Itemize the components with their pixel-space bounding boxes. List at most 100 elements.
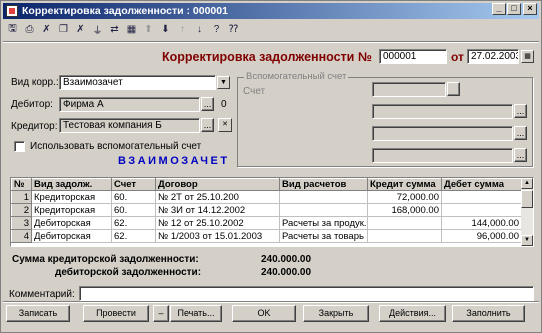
cell-dogovor[interactable]: № 12 от 25.10.2002 [155, 216, 280, 230]
window-title: Корректировка задолженности : 000001 [22, 5, 228, 17]
cell-vid[interactable]: Кредиторская [31, 190, 112, 204]
kredit-sum-value: 240.000.00 [261, 254, 312, 265]
question-icon[interactable]: ⁇ [226, 22, 241, 37]
cell-vid[interactable]: Дебиторская [31, 216, 112, 230]
cell-vid[interactable]: Дебиторская [31, 229, 112, 243]
col-header-debet[interactable]: Дебет сумма [441, 178, 522, 191]
post-button[interactable]: Провести [83, 305, 149, 322]
ok-button[interactable]: OK [232, 305, 296, 322]
document-date-field[interactable]: 27.02.2003 [467, 49, 519, 64]
col-header-schet[interactable]: Счет [111, 178, 156, 191]
maximize-button[interactable]: □ [507, 3, 521, 15]
cell-dogovor[interactable]: № 2Т от 25.10.200 [155, 190, 280, 204]
close-form-button[interactable]: Закрыть [303, 305, 369, 322]
cell-debet[interactable] [441, 190, 522, 204]
sort-desc-icon[interactable]: ↓ [192, 22, 207, 37]
cell-schet[interactable]: 62. [111, 216, 156, 230]
aux-subconto1-button: ... [514, 104, 527, 118]
cell-schet[interactable]: 62. [111, 229, 156, 243]
debitor-field[interactable]: Фирма А [59, 97, 200, 112]
calendar-icon[interactable]: ▦ [521, 50, 534, 63]
comment-field[interactable] [79, 286, 534, 301]
table-scrollbar[interactable]: ▲ ▼ [521, 178, 533, 246]
scroll-up-icon[interactable]: ▲ [521, 178, 533, 189]
app-icon [6, 5, 18, 17]
clear-icon[interactable]: ✕ [218, 118, 232, 132]
chevron-down-icon[interactable]: ▼ [217, 76, 230, 89]
scroll-down-icon[interactable]: ▼ [521, 235, 533, 246]
table-row[interactable]: 3 Дебиторская 62. № 12 от 25.10.2002 Рас… [11, 216, 522, 230]
arrow-up-icon[interactable]: ⬆ [141, 22, 156, 37]
row-number: 3 [11, 216, 32, 230]
cell-kredit[interactable]: 168,000.00 [367, 203, 442, 217]
row-number: 1 [11, 190, 32, 204]
actions-button[interactable]: Действия... [379, 305, 446, 322]
cell-schet[interactable]: 60. [111, 190, 156, 204]
sort-asc-icon[interactable]: ↑ [175, 22, 190, 37]
table-row[interactable]: 4 Дебиторская 62. № 1/2003 от 15.01.2003… [11, 229, 522, 243]
filter-icon[interactable]: ⏚ [90, 22, 105, 37]
print-icon[interactable]: ⎙ [22, 22, 37, 37]
aux-subconto2-field [372, 126, 513, 141]
cell-dogovor[interactable]: № 3И от 14.12.2002 [155, 203, 280, 217]
minimize-button[interactable]: _ [492, 3, 506, 15]
buttons-divider [3, 301, 539, 303]
save-button[interactable]: Записать [6, 305, 70, 322]
table-row[interactable]: 2 Кредиторская 60. № 3И от 14.12.2002 16… [11, 203, 522, 217]
col-header-num[interactable]: № [11, 178, 32, 191]
creditor-select-button[interactable]: ... [201, 118, 214, 132]
debt-table: № Вид задолж. Счет Договор Вид расчетов … [11, 178, 522, 243]
fill-button[interactable]: Заполнить [452, 305, 525, 322]
cell-vid-rasch[interactable] [279, 190, 368, 204]
copy-icon[interactable]: ❐ [56, 22, 71, 37]
toolbar: 🖫 ⎙ ✗ ❐ ✗ ⏚ ⇄ ▦ ⬆ ⬇ ↑ ↓? ⁇ [5, 22, 241, 40]
toolbar-divider [3, 41, 539, 43]
cell-debet[interactable]: 96,000.00 [441, 229, 522, 243]
cell-kredit[interactable]: 72,000.00 [367, 190, 442, 204]
date-label: от [451, 50, 464, 64]
print-menu-button[interactable]: – [153, 305, 169, 322]
close-button[interactable]: × [523, 3, 537, 15]
col-header-vid[interactable]: Вид задолж. [31, 178, 112, 191]
cell-kredit[interactable] [367, 216, 442, 230]
help-icon[interactable]: ? [209, 22, 224, 37]
cell-debet[interactable]: 144,000.00 [441, 216, 522, 230]
col-header-kredit[interactable]: Кредит сумма [367, 178, 442, 191]
delete-icon[interactable]: ✗ [39, 22, 54, 37]
cell-vid-rasch[interactable]: Расчеты за товарь [279, 229, 368, 243]
document-number-field[interactable]: 000001 [379, 49, 447, 64]
mode-text: ВЗАИМОЗАЧЕТ [118, 155, 230, 167]
comment-label: Комментарий: [9, 289, 75, 300]
title-bar[interactable]: Корректировка задолженности : 000001 [3, 3, 539, 19]
cell-kredit[interactable] [367, 229, 442, 243]
cell-schet[interactable]: 60. [111, 203, 156, 217]
cell-vid-rasch[interactable]: Расчеты за продук. [279, 216, 368, 230]
cell-vid-rasch[interactable] [279, 203, 368, 217]
vid-korr-label: Вид корр.: [11, 77, 59, 88]
debitor-label: Дебитор: [11, 99, 53, 110]
clear-icon[interactable]: ✗ [73, 22, 88, 37]
creditor-label: Кредитор: [11, 121, 58, 132]
aux-account-checkbox[interactable] [14, 141, 25, 152]
vid-korr-select[interactable]: Взаимозачет [59, 75, 216, 90]
aux-subconto2-button: ... [514, 126, 527, 140]
cell-debet[interactable] [441, 203, 522, 217]
arrow-down-icon[interactable]: ⬇ [158, 22, 173, 37]
print-button[interactable]: Печать... [170, 305, 222, 322]
document-window: Корректировка задолженности : 000001 _ □… [0, 0, 542, 333]
cell-vid[interactable]: Кредиторская [31, 203, 112, 217]
scroll-thumb[interactable] [521, 190, 533, 208]
aux-schet-select-button [447, 82, 460, 96]
move-icon[interactable]: ⇄ [107, 22, 122, 37]
col-header-vid-rasch[interactable]: Вид расчетов [279, 178, 368, 191]
aux-account-checkbox-label: Использовать вспомогательный счет [30, 141, 202, 152]
save-doc-icon[interactable]: 🖫 [5, 22, 20, 37]
aux-group-title: Вспомогательный счет [244, 71, 349, 82]
creditor-field[interactable]: Тестовая компания Б [59, 118, 200, 133]
aux-schet-field [372, 82, 446, 97]
calendar-icon[interactable]: ▦ [124, 22, 139, 37]
table-row[interactable]: 1 Кредиторская 60. № 2Т от 25.10.200 72,… [11, 190, 522, 204]
debitor-select-button[interactable]: ... [201, 97, 214, 111]
cell-dogovor[interactable]: № 1/2003 от 15.01.2003 [155, 229, 280, 243]
col-header-dogovor[interactable]: Договор [155, 178, 280, 191]
